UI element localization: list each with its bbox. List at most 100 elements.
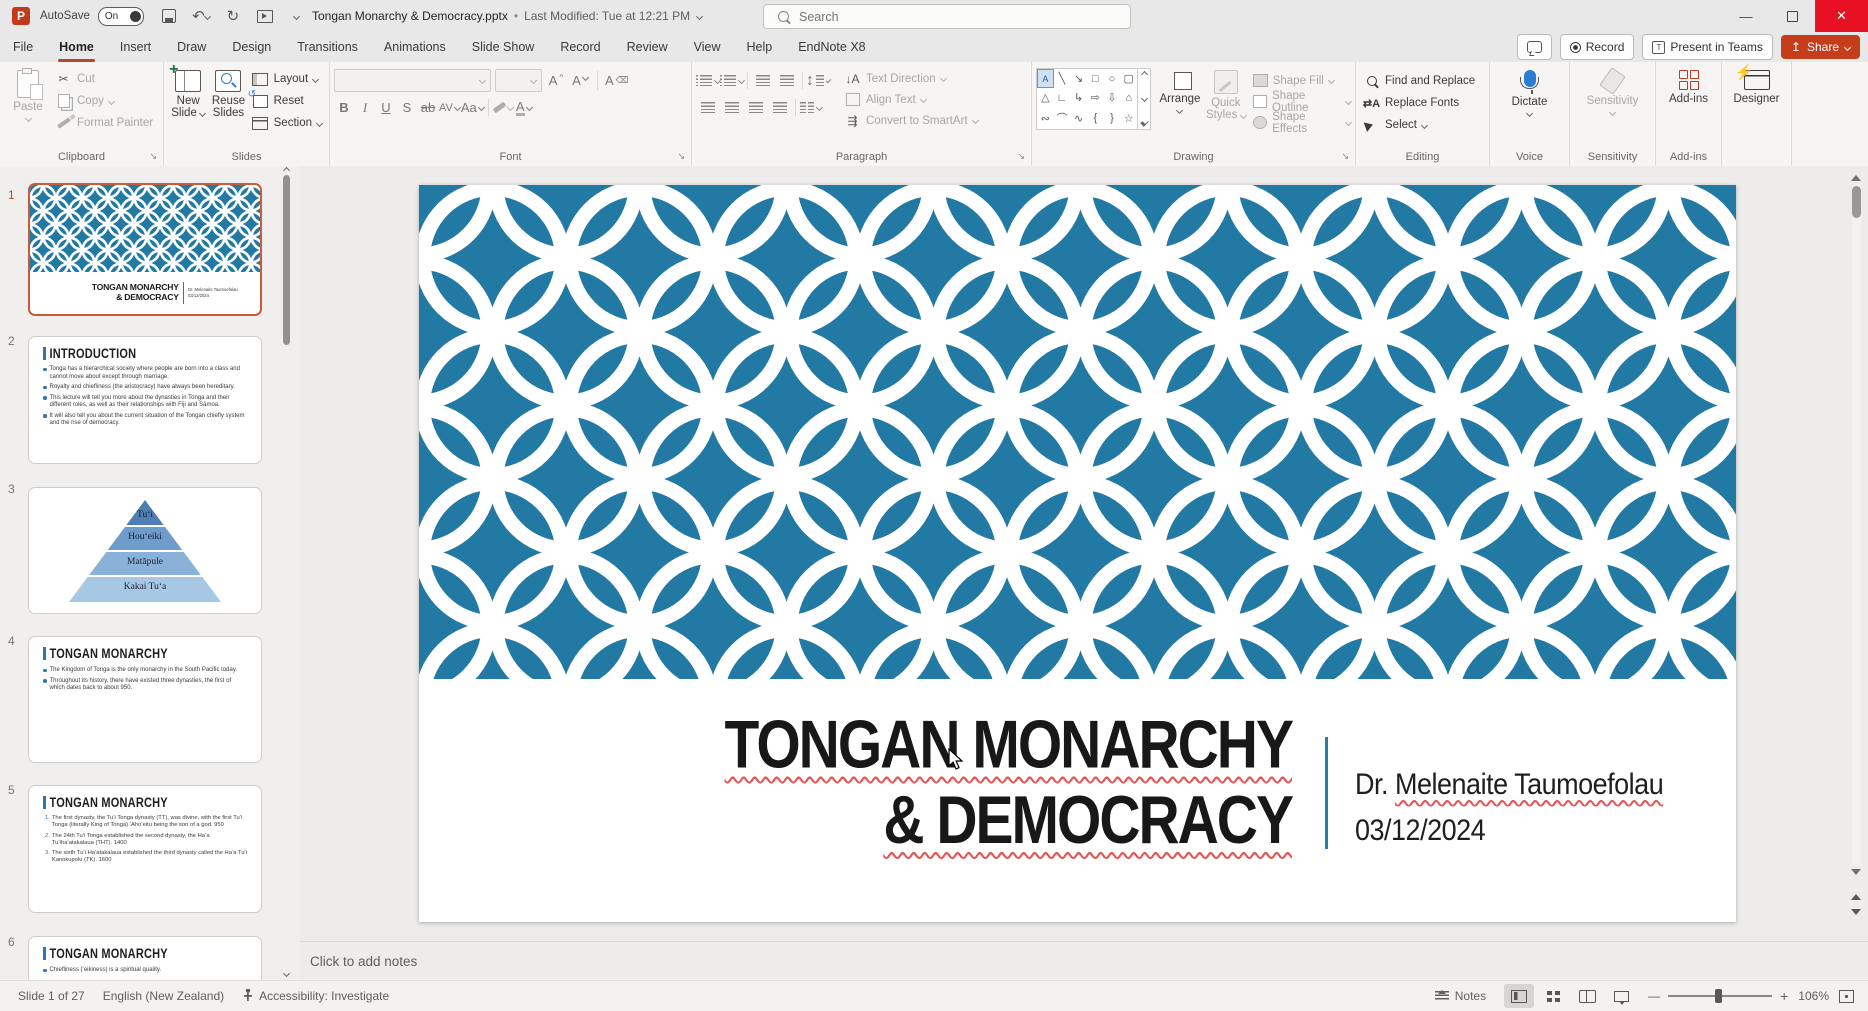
normal-view-button[interactable] xyxy=(1504,984,1534,1008)
slide-subtitle[interactable]: Dr. Melenaite Taumoefolau 03/12/2024 xyxy=(1355,761,1663,853)
accessibility-status[interactable]: Accessibility: Investigate xyxy=(242,989,389,1003)
redo-button[interactable]: ↻ xyxy=(224,8,242,24)
star-shape-icon[interactable]: ☆ xyxy=(1120,107,1137,129)
underline-button[interactable]: U xyxy=(376,97,396,118)
tab-home[interactable]: Home xyxy=(46,32,107,62)
font-size-select[interactable] xyxy=(495,69,542,92)
tab-view[interactable]: View xyxy=(681,32,734,62)
slide-thumbnail-2[interactable]: INTRODUCTION Tonga has a hierarchical so… xyxy=(28,336,262,464)
undo-button[interactable]: ↶ xyxy=(192,8,210,24)
shrink-font-button[interactable]: A xyxy=(570,70,590,91)
zoom-slider-thumb[interactable] xyxy=(1715,989,1722,1003)
left-brace-shape-icon[interactable]: { xyxy=(1087,107,1104,129)
rounded-rectangle-shape-icon[interactable]: ▢ xyxy=(1120,69,1137,88)
justify-button[interactable] xyxy=(768,97,792,118)
scroll-down-icon[interactable] xyxy=(1140,94,1147,101)
zoom-level-label[interactable]: 106% xyxy=(1798,989,1829,1003)
find-and-replace-button[interactable]: Find and Replace xyxy=(1360,70,1485,92)
reset-button[interactable]: Reset xyxy=(249,90,325,112)
arrange-button[interactable]: Arrange xyxy=(1157,66,1203,113)
language-label[interactable]: English (New Zealand) xyxy=(103,989,224,1003)
share-button[interactable]: ↥Share xyxy=(1781,35,1860,59)
dictate-button[interactable]: Dictate xyxy=(1506,66,1554,116)
select-button[interactable]: Select xyxy=(1360,114,1485,136)
character-spacing-button[interactable]: AV xyxy=(439,97,460,118)
format-painter-button[interactable]: Format Painter xyxy=(52,112,156,134)
section-button[interactable]: Section xyxy=(249,112,325,134)
dialog-launcher-icon[interactable]: ↘ xyxy=(149,151,157,162)
slide-canvas[interactable]: TONGAN MONARCHY & DEMOCRACY Dr. Melenait… xyxy=(419,185,1736,922)
tab-help[interactable]: Help xyxy=(733,32,785,62)
notes-toggle-button[interactable]: Notes xyxy=(1435,989,1486,1003)
copy-button[interactable]: Copy xyxy=(52,90,156,112)
slide-count-label[interactable]: Slide 1 of 27 xyxy=(18,989,85,1003)
increase-indent-button[interactable] xyxy=(775,70,799,91)
dialog-launcher-icon[interactable]: ↘ xyxy=(677,151,685,162)
autosave-toggle[interactable]: On xyxy=(98,7,144,26)
save-button[interactable] xyxy=(160,8,178,24)
text-shadow-button[interactable]: S xyxy=(397,97,417,118)
highlight-color-button[interactable] xyxy=(493,97,513,118)
notes-pane[interactable]: Click to add notes xyxy=(300,941,1868,981)
minimize-button[interactable]: — xyxy=(1723,0,1769,32)
slide-title[interactable]: TONGAN MONARCHY & DEMOCRACY xyxy=(725,707,1292,858)
comments-button[interactable] xyxy=(1517,34,1552,60)
layout-button[interactable]: Layout xyxy=(249,68,325,90)
close-button[interactable]: ✕ xyxy=(1815,0,1868,32)
tab-design[interactable]: Design xyxy=(219,32,284,62)
present-in-teams-button[interactable]: TPresent in Teams xyxy=(1642,34,1773,60)
arrow-shape-icon[interactable]: ↘ xyxy=(1070,69,1087,88)
more-shapes-icon[interactable] xyxy=(1140,118,1148,126)
fit-slide-to-window-button[interactable] xyxy=(1839,990,1854,1003)
zoom-in-button[interactable]: + xyxy=(1780,988,1788,1004)
slide-thumbnail-6[interactable]: TONGAN MONARCHY Chiefliness (ʻeikiness) … xyxy=(28,936,262,980)
tab-slide-show[interactable]: Slide Show xyxy=(459,32,548,62)
line-spacing-button[interactable]: ↕ xyxy=(806,70,830,91)
numbering-button[interactable] xyxy=(720,70,744,91)
start-slideshow-button[interactable] xyxy=(256,8,274,24)
tab-animations[interactable]: Animations xyxy=(371,32,459,62)
bold-button[interactable]: B xyxy=(334,97,354,118)
align-left-button[interactable] xyxy=(696,97,720,118)
reuse-slides-button[interactable]: ReuseSlides xyxy=(208,66,248,119)
align-right-button[interactable] xyxy=(744,97,768,118)
reading-view-button[interactable] xyxy=(1572,984,1602,1008)
addins-button[interactable]: Add-ins xyxy=(1665,66,1713,105)
rectangle-shape-icon[interactable]: □ xyxy=(1087,69,1104,88)
slide-sorter-view-button[interactable] xyxy=(1538,984,1568,1008)
tab-transitions[interactable]: Transitions xyxy=(284,32,371,62)
search-input[interactable] xyxy=(797,9,1101,25)
cut-button[interactable]: ✂Cut xyxy=(52,68,156,90)
elbow-connector-icon[interactable]: ∟ xyxy=(1054,88,1071,107)
slide-thumbnail-3[interactable]: Tuʻi Houʻeiki Matāpule Kakai Tuʻa xyxy=(28,487,262,614)
designer-button[interactable]: Designer xyxy=(1729,66,1785,105)
new-slide-button[interactable]: NewSlide xyxy=(168,66,208,119)
tab-review[interactable]: Review xyxy=(614,32,681,62)
font-name-select[interactable] xyxy=(334,69,491,92)
align-text-button[interactable]: Align Text xyxy=(844,89,978,110)
scrollbar-thumb[interactable] xyxy=(1852,186,1861,218)
customize-qat-button[interactable] xyxy=(288,8,306,24)
columns-button[interactable] xyxy=(799,97,823,118)
previous-slide-button[interactable] xyxy=(1851,889,1861,900)
zoom-slider[interactable] xyxy=(1668,995,1772,997)
scroll-up-icon[interactable] xyxy=(283,167,290,174)
tab-endnote[interactable]: EndNote X8 xyxy=(785,32,878,62)
pentagon-shape-icon[interactable]: ⌂ xyxy=(1120,88,1137,107)
slide-thumbnail-1[interactable]: TONGAN MONARCHY & DEMOCRACY Dr. Melenait… xyxy=(28,183,262,316)
tab-insert[interactable]: Insert xyxy=(107,32,164,62)
arc-shape-icon[interactable]: ⌒ xyxy=(1054,107,1071,129)
scribble-shape-icon[interactable]: ∾ xyxy=(1037,107,1054,129)
shape-gallery[interactable]: A ╲ ↘ □ ○ ▢ △ ∟ ↳ ⇨ ⇩ ⌂ ∾ ⌒ ∿ { } xyxy=(1036,68,1138,130)
document-title[interactable]: Tongan Monarchy & Democracy.pptx • Last … xyxy=(312,0,702,32)
zoom-out-button[interactable]: — xyxy=(1648,989,1660,1003)
maximize-button[interactable] xyxy=(1769,0,1815,32)
decrease-indent-button[interactable] xyxy=(751,70,775,91)
down-arrow-shape-icon[interactable]: ⇩ xyxy=(1104,88,1121,107)
tab-file[interactable]: File xyxy=(0,32,46,62)
quick-styles-button[interactable]: QuickStyles xyxy=(1203,66,1249,121)
scroll-up-icon[interactable] xyxy=(1140,71,1147,78)
clear-formatting-button[interactable]: A⌫ xyxy=(605,70,628,91)
sensitivity-button[interactable]: Sensitivity xyxy=(1578,66,1648,115)
strikethrough-button[interactable]: ab xyxy=(418,97,438,118)
